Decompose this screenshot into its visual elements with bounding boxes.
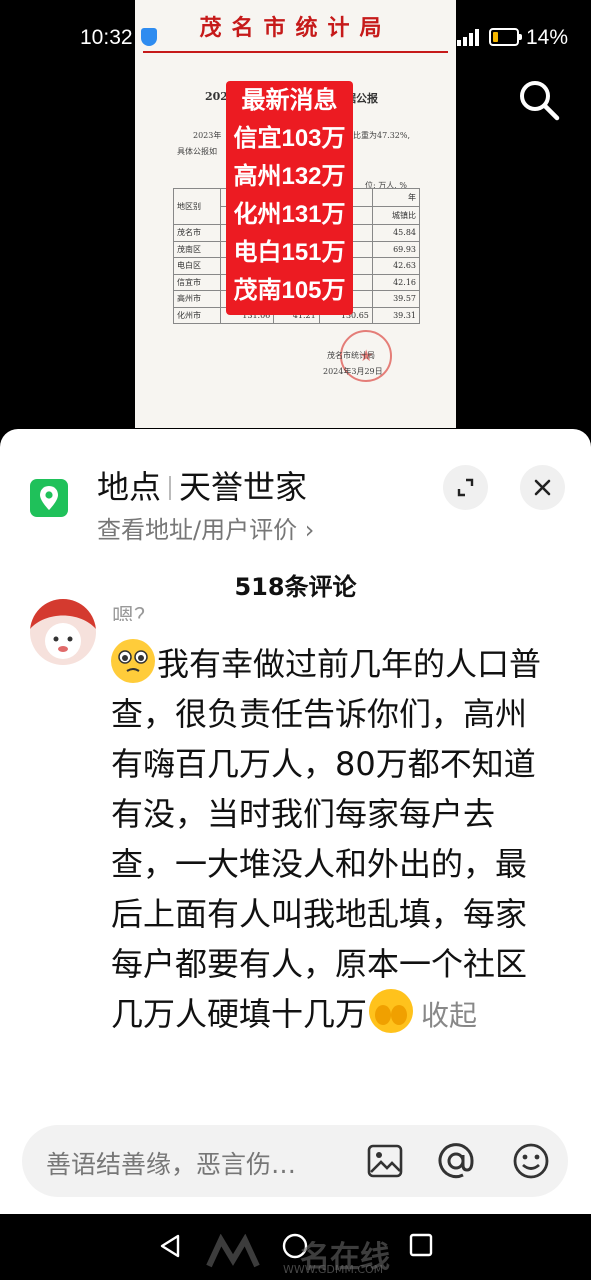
overlay-line: 茂南105万 [233,277,346,304]
location-title[interactable]: 地点 天誉世家 [97,462,307,508]
close-button[interactable] [520,465,565,510]
overlay-line: 高州132万 [233,163,346,190]
comment-sheet: 地点 天誉世家 查看地址/用户评价 › 518条评论 嗯？ 我有幸做过前几年的人… [0,429,591,1214]
overlay-line: 信宜103万 [233,125,346,152]
document-para-2: 具体公报如 [177,147,217,156]
expand-button[interactable] [443,465,488,510]
overlay-line: 最新消息 [241,87,338,114]
comment-count: 518条评论 [234,573,357,601]
battery-percent: 14% [526,26,569,49]
expand-icon [457,478,474,497]
signal-icon [457,29,479,46]
watermark-logo-icon [206,1234,260,1268]
video-document-frame[interactable]: 茂名市统计局 2023 据公报 2023年 比重为47.32%, 具体公报如 位… [135,0,456,428]
face-covering-emoji-icon [369,989,414,1033]
watermark-url: WWW.GDMM.COM [283,1263,384,1276]
back-icon[interactable] [156,1232,184,1260]
overlay-line: 化州131万 [233,201,346,228]
shield-icon [141,28,157,46]
comment-body: 我有幸做过前几年的人口普查，很负责任告诉你们，高州有嗨百几万人，80万都不知道有… [111,639,556,1041]
location-label: 地点 [97,468,162,506]
comment-input-placeholder: 善语结善缘，恶言伤… [46,1150,297,1179]
location-details-link[interactable]: 查看地址/用户评价 › [97,510,314,545]
close-icon [534,479,551,496]
collapse-link[interactable]: 收起 [421,999,477,1032]
previous-comment-snippet: 嗯？ [112,605,157,621]
search-icon[interactable] [517,78,561,122]
table-header-region: 地区别 [172,188,222,225]
location-pin-icon [30,479,68,517]
divider [169,476,172,500]
image-icon[interactable] [365,1141,405,1181]
document-sign-date: 2024年3月29日 [323,367,383,376]
table-header-year: 年 [371,188,421,207]
document-sign-org: 茂名市统计局 [327,351,375,360]
location-name: 天誉世家 [179,468,308,506]
recents-icon[interactable] [408,1232,434,1258]
comment-text: 我有幸做过前几年的人口普查，很负责任告诉你们，高州有嗨百几万人，80万都不知道有… [111,645,542,1033]
red-news-overlay: 最新消息 信宜103万 高州132万 化州131万 电白151万 茂南105万 [226,81,353,315]
at-mention-icon[interactable] [436,1141,476,1181]
document-para-1-left: 2023年 [193,131,222,140]
overlay-line: 电白151万 [233,239,346,266]
status-time: 10:32 [80,26,133,49]
emoji-icon[interactable] [511,1141,551,1181]
worried-face-emoji-icon [111,639,155,683]
battery-icon [489,28,522,46]
avatar[interactable] [30,599,96,665]
status-bar: 10:32 14% [0,22,591,52]
table-header-urban: 城镇比 [371,206,421,225]
chevron-right-icon: › [297,516,315,544]
comment-input[interactable]: 善语结善缘，恶言伤… [22,1125,568,1197]
system-nav-bar: 名在线 WWW.GDMM.COM [0,1214,591,1280]
document-para-1-right: 比重为47.32%, [353,131,411,140]
